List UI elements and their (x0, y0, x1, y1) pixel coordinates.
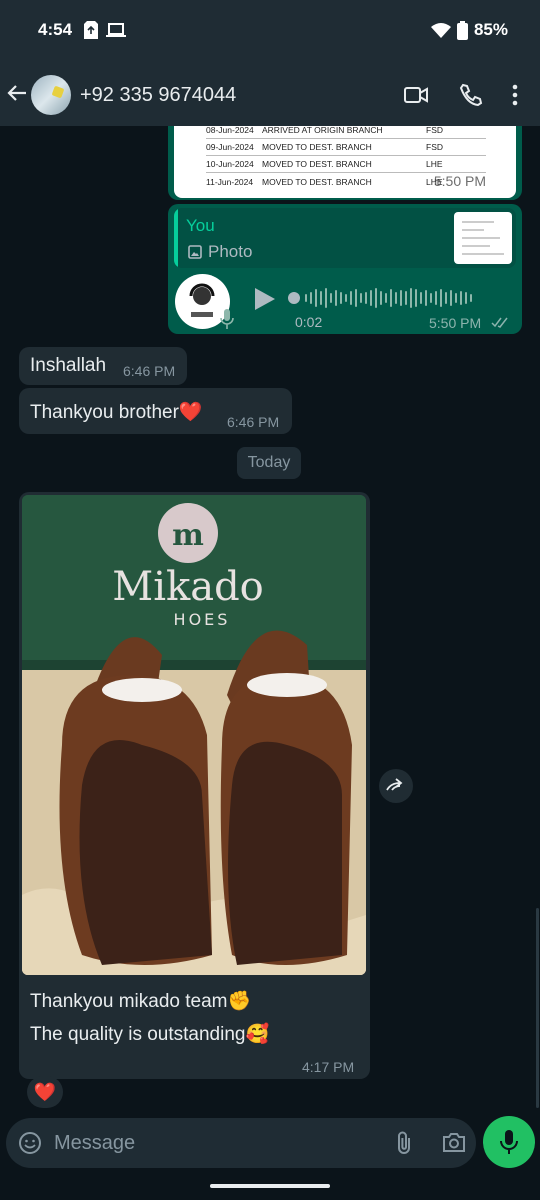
reply-quote[interactable]: You Photo (174, 208, 516, 268)
shoe-photo[interactable]: m Mikado HOES (22, 495, 366, 975)
message-time: 5:50 PM (433, 173, 486, 189)
doc-row: 10-Jun-2024 MOVED TO DEST. BRANCH LHE (206, 156, 486, 173)
brand-name: Mikado (112, 564, 264, 610)
message-time: 6:46 PM (123, 363, 176, 379)
video-call-icon[interactable] (403, 82, 429, 108)
play-icon[interactable] (253, 286, 277, 312)
back-arrow-icon[interactable] (6, 82, 28, 104)
photo-caption-line-1: Thankyou mikado team✊ (30, 991, 252, 1012)
message-input[interactable]: Message (54, 1132, 135, 1155)
status-time: 4:54 (38, 20, 73, 39)
incoming-message[interactable]: Thankyou brother❤️ 6:46 PM (19, 388, 292, 434)
chat-area: 08-Jun-2024 ARRIVED AT ORIGIN BRANCH FSD 0… (0, 126, 540, 1116)
doc-row: 08-Jun-2024 ARRIVED AT ORIGIN BRANCH FSD (206, 126, 486, 139)
message-reaction[interactable]: ❤️ (27, 1076, 63, 1108)
attach-icon[interactable] (396, 1130, 414, 1156)
forward-icon (386, 778, 403, 791)
message-time: 4:17 PM (302, 1059, 355, 1075)
battery-level: 85% (473, 20, 508, 39)
photo-caption-line-2: The quality is outstanding🥰 (30, 1024, 270, 1045)
tracking-document-image[interactable]: 08-Jun-2024 ARRIVED AT ORIGIN BRANCH FSD 0… (174, 126, 516, 198)
status-bar: 4:54 85% (0, 0, 540, 62)
voice-record-button[interactable] (483, 1116, 535, 1168)
reply-thumbnail (454, 212, 512, 264)
more-options-icon[interactable] (502, 82, 528, 108)
reply-author: You (186, 216, 215, 235)
contact-avatar[interactable] (31, 75, 71, 115)
camera-icon[interactable] (442, 1131, 466, 1153)
scrollbar[interactable] (536, 908, 539, 1108)
message-time: 5:50 PM (429, 315, 482, 331)
message-time: 6:46 PM (227, 414, 280, 430)
date-separator: Today (237, 447, 301, 479)
logo-mark: m (172, 518, 204, 553)
read-receipt-icon (491, 317, 508, 328)
message-text: Thankyou brother❤️ (30, 402, 203, 423)
message-composer[interactable]: Message (6, 1118, 476, 1168)
forward-button[interactable] (379, 769, 413, 803)
contact-name[interactable]: +92 335 9674044 (80, 84, 236, 107)
voice-call-icon[interactable] (457, 82, 483, 108)
microphone-icon (500, 1130, 518, 1154)
gesture-nav-handle[interactable] (210, 1184, 330, 1188)
laptop-icon (106, 23, 126, 37)
doc-row: 09-Jun-2024 MOVED TO DEST. BRANCH FSD (206, 139, 486, 156)
photo-icon (188, 245, 202, 259)
emoji-icon[interactable] (18, 1131, 42, 1155)
microphone-icon (220, 309, 234, 329)
incoming-message[interactable]: Inshallah 6:46 PM (19, 347, 187, 385)
reply-type: Photo (208, 242, 253, 261)
voice-waveform[interactable] (288, 286, 508, 310)
wifi-icon (430, 23, 451, 38)
battery-icon (456, 20, 468, 40)
brand-subtext: HOES (174, 610, 231, 629)
message-text: Inshallah (30, 355, 107, 376)
sim-card-icon (84, 21, 98, 39)
chat-header: +92 335 9674044 (0, 62, 540, 126)
voice-duration: 0:02 (295, 314, 323, 330)
